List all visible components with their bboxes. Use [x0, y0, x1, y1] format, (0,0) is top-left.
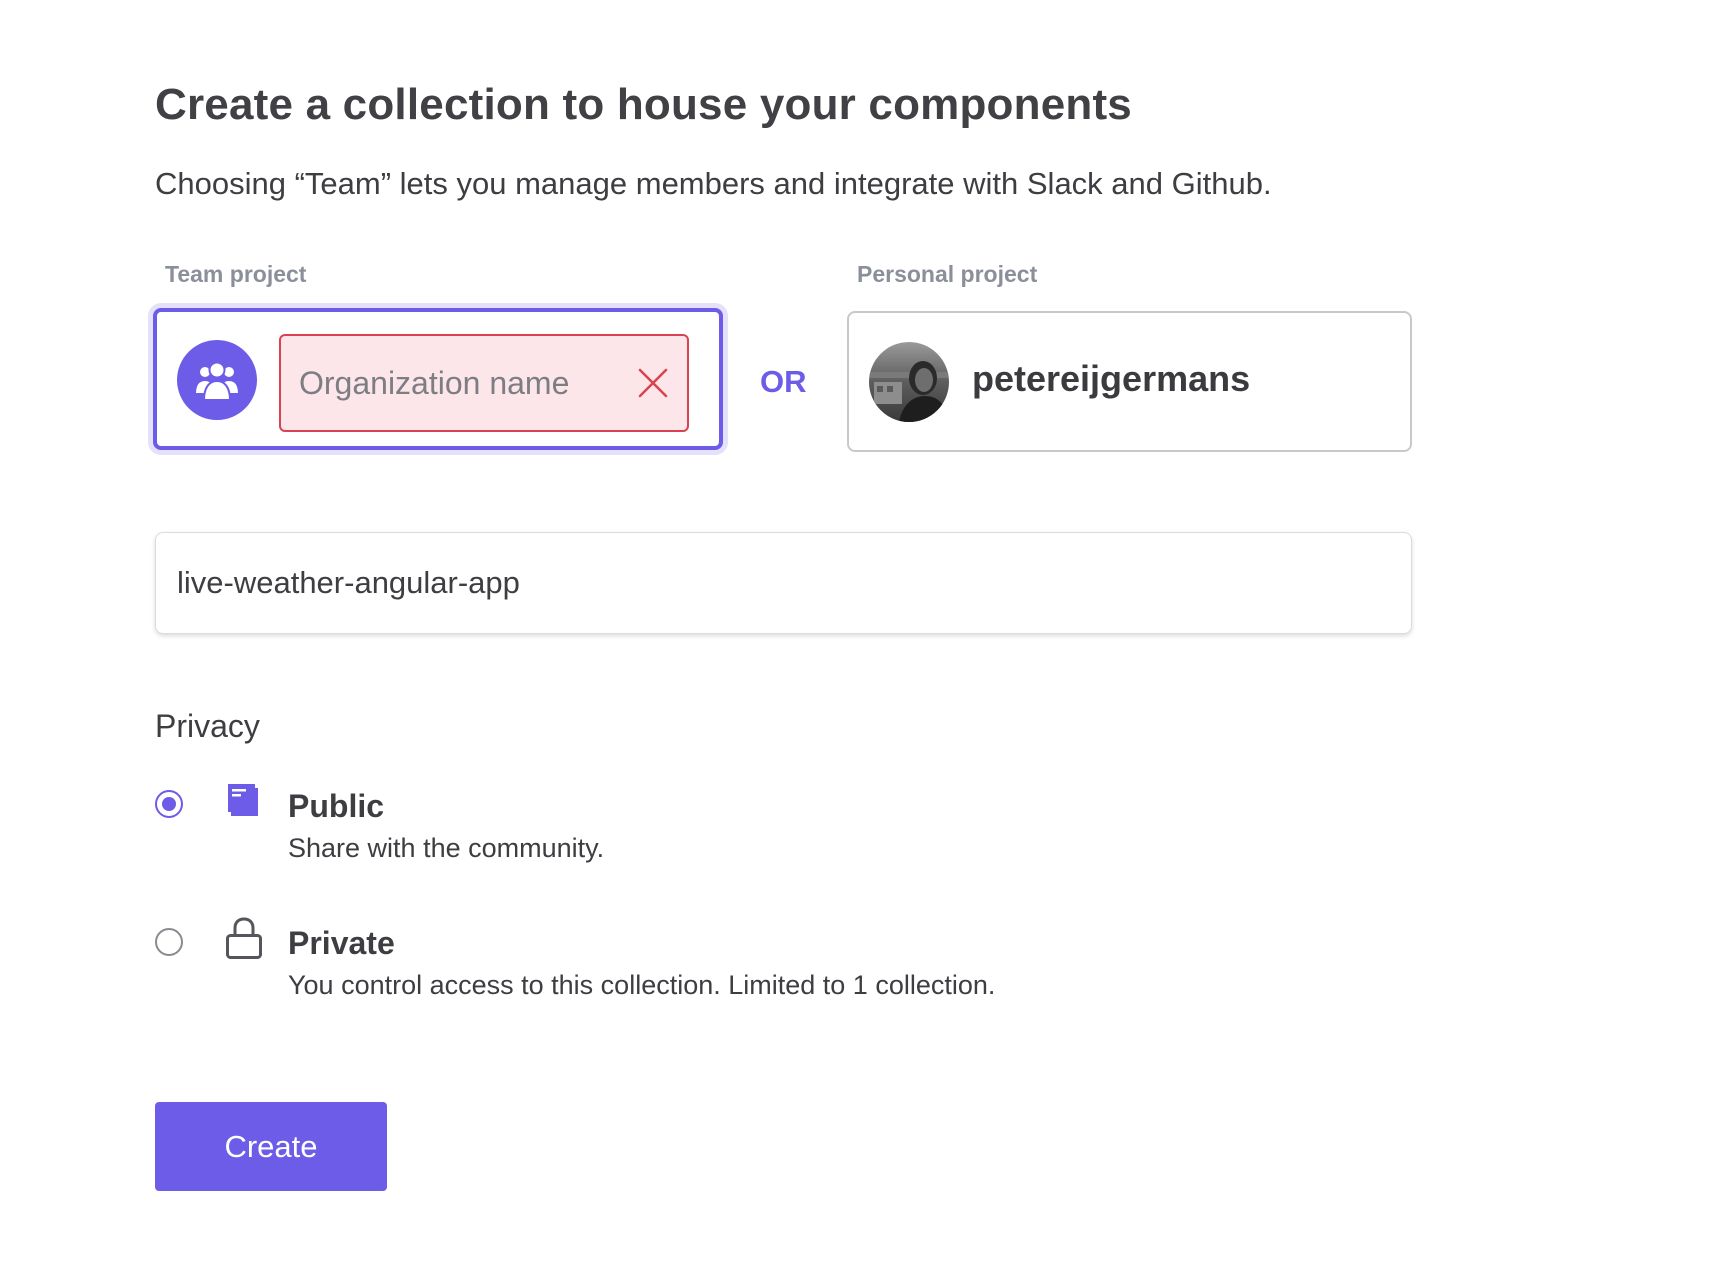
username: petereijgermans: [972, 358, 1251, 399]
private-radio[interactable]: [155, 928, 183, 956]
or-divider: OR: [760, 364, 807, 399]
team-project-label: Team project: [165, 261, 307, 287]
collection-name-field[interactable]: [155, 532, 1412, 634]
team-avatar: [177, 340, 257, 420]
close-icon[interactable]: [637, 367, 669, 399]
page-subtitle: Choosing “Team” lets you manage members …: [155, 166, 1272, 201]
organization-name-input[interactable]: [299, 336, 619, 430]
private-option-title: Private: [288, 925, 395, 961]
user-avatar: [869, 342, 949, 422]
team-project-card[interactable]: [153, 308, 723, 450]
book-icon: [228, 784, 258, 816]
public-option-title: Public: [288, 788, 385, 824]
lock-icon: [226, 917, 262, 959]
collection-name-input[interactable]: [177, 533, 1377, 633]
public-option-description: Share with the community.: [288, 833, 605, 863]
page-title: Create a collection to house your compon…: [155, 80, 1132, 129]
privacy-heading: Privacy: [155, 708, 260, 744]
personal-project-card[interactable]: petereijgermans: [847, 311, 1412, 452]
personal-project-label: Personal project: [857, 261, 1038, 287]
create-button[interactable]: Create: [155, 1102, 387, 1191]
team-icon: [195, 361, 239, 400]
organization-name-field[interactable]: [279, 334, 689, 432]
private-option-description: You control access to this collection. L…: [288, 970, 996, 1000]
public-radio[interactable]: [155, 790, 183, 818]
